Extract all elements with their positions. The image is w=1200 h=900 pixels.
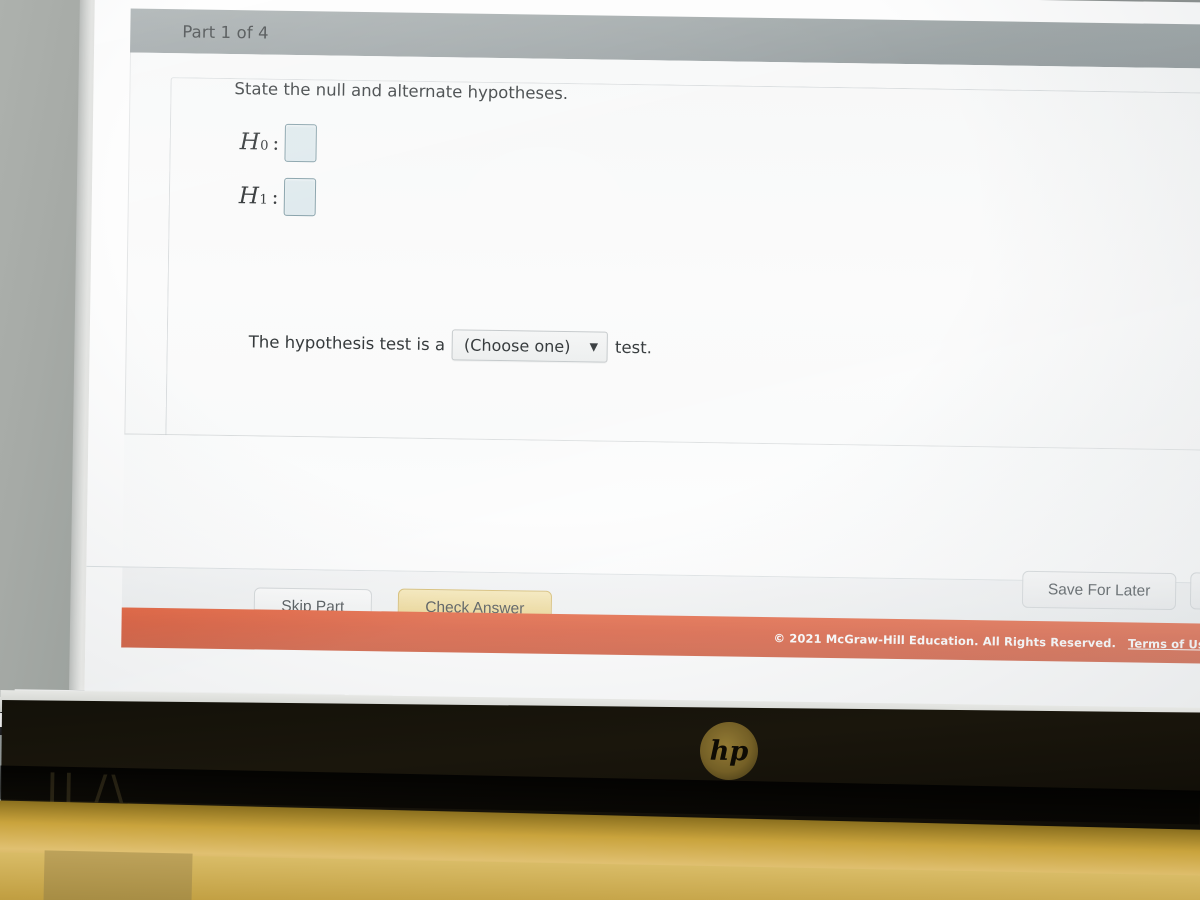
- h-symbol: H: [239, 129, 260, 156]
- test-type-sentence: The hypothesis test is a (Choose one) ▼ …: [249, 326, 653, 363]
- test-type-select[interactable]: (Choose one) ▼: [451, 329, 609, 363]
- question-prompt: State the null and alternate hypotheses.: [234, 79, 569, 104]
- photo-scene: Part 1 of 4 State the null and alternate…: [0, 0, 1200, 900]
- h-subscript: 1: [259, 192, 268, 208]
- laptop-deck-notch: [43, 850, 193, 900]
- alternate-hypothesis-label: H1: [239, 183, 268, 209]
- laptop-screen: Part 1 of 4 State the null and alternate…: [84, 0, 1200, 709]
- terms-of-use-link[interactable]: Terms of Use: [1128, 636, 1200, 651]
- alternate-hypothesis-input[interactable]: [283, 177, 316, 217]
- h-subscript: 0: [260, 138, 269, 154]
- lower-white-area: [122, 434, 1200, 583]
- save-for-later-button[interactable]: Save For Later: [1021, 570, 1177, 611]
- alternate-hypothesis-colon: :: [271, 184, 279, 209]
- copyright-text: © 2021 McGraw-Hill Education. All Rights…: [773, 631, 1117, 651]
- chevron-down-icon: ▼: [589, 340, 599, 354]
- null-hypothesis-colon: :: [272, 130, 280, 155]
- submit-assignment-button[interactable]: Submit Assignme: [1189, 572, 1200, 612]
- sentence-before: The hypothesis test is a: [248, 332, 446, 355]
- sentence-after: test.: [614, 337, 653, 358]
- null-hypothesis-row: H0 :: [239, 123, 317, 163]
- h-symbol: H: [238, 183, 260, 210]
- alternate-hypothesis-row: H1 :: [239, 177, 316, 217]
- question-body: State the null and alternate hypotheses.…: [124, 52, 1200, 513]
- null-hypothesis-input[interactable]: [284, 123, 317, 163]
- null-hypothesis-label: H0: [240, 129, 269, 155]
- part-label: Part 1 of 4: [182, 21, 269, 43]
- test-type-select-value: (Choose one): [463, 335, 571, 357]
